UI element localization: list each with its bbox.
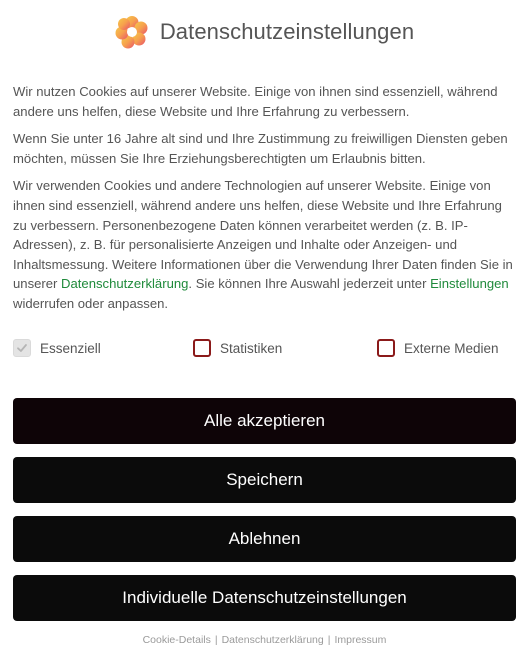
privacy-policy-link[interactable]: Datenschutzerklärung	[61, 276, 188, 291]
consent-checkbox-group: Essenziell Statistiken Externe Medien	[13, 339, 519, 361]
individual-settings-button[interactable]: Individuelle Datenschutzeinstellungen	[13, 575, 516, 621]
age-notice-paragraph: Wenn Sie unter 16 Jahre alt sind und Ihr…	[13, 131, 508, 166]
settings-link[interactable]: Einstellungen	[430, 276, 509, 291]
checkbox-external-media-box[interactable]	[377, 339, 395, 357]
dialog-header: Datenschutzeinstellungen	[0, 15, 529, 49]
imprint-link[interactable]: Impressum	[334, 634, 386, 646]
flower-logo-icon	[115, 15, 149, 49]
privacy-settings-dialog: Datenschutzeinstellungen Wir nutzen Cook…	[0, 15, 529, 646]
footer-privacy-link[interactable]: Datenschutzerklärung	[222, 634, 324, 646]
footer-separator: |	[327, 634, 331, 646]
dialog-title: Datenschutzeinstellungen	[159, 19, 415, 44]
checkbox-statistics[interactable]: Statistiken	[193, 339, 282, 357]
checkbox-statistics-label: Statistiken	[220, 340, 283, 356]
checkbox-external-media-label: Externe Medien	[404, 340, 499, 356]
checkbox-essential[interactable]: Essenziell	[13, 339, 101, 357]
checkbox-statistics-box[interactable]	[193, 339, 211, 357]
checkbox-external-media[interactable]: Externe Medien	[377, 339, 499, 357]
accept-all-button[interactable]: Alle akzeptieren	[13, 398, 516, 444]
reject-button[interactable]: Ablehnen	[13, 516, 516, 562]
dialog-footer: Cookie-Details | Datenschutzerklärung | Impr…	[0, 634, 529, 646]
dialog-description: Wir nutzen Cookies auf unserer Website. …	[13, 82, 519, 322]
details-paragraph: Wir verwenden Cookies und andere Technol…	[13, 178, 513, 311]
checkbox-essential-label: Essenziell	[40, 340, 101, 356]
checkmark-icon	[17, 344, 27, 352]
intro-paragraph: Wir nutzen Cookies auf unserer Website. …	[13, 84, 498, 119]
footer-separator: |	[214, 634, 218, 646]
cookie-details-link[interactable]: Cookie-Details	[143, 634, 211, 646]
save-button[interactable]: Speichern	[13, 457, 516, 503]
checkbox-essential-box[interactable]	[13, 339, 31, 357]
